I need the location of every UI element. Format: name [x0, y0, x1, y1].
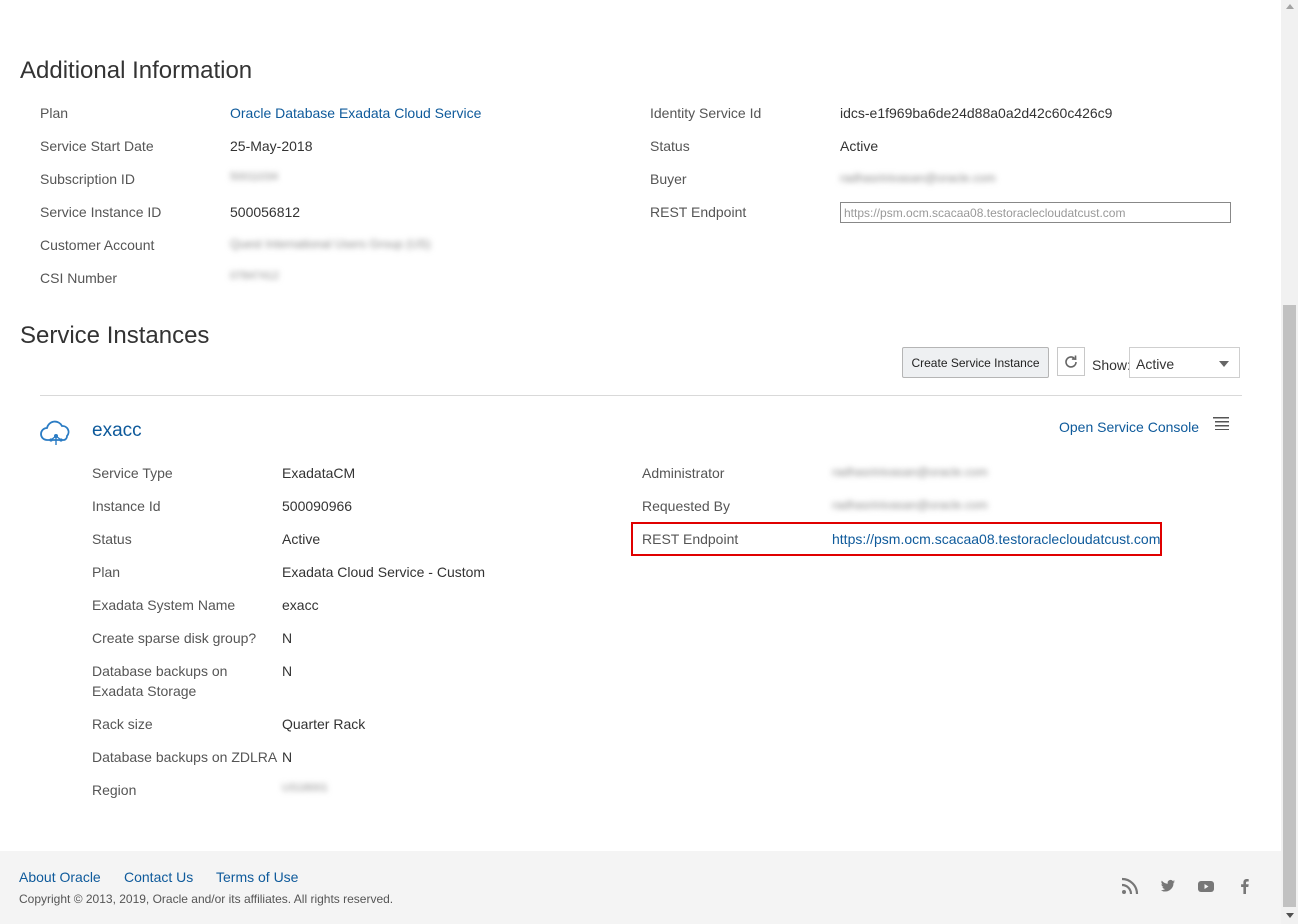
- create-service-instance-button[interactable]: Create Service Instance: [902, 347, 1049, 378]
- buyer-label: Buyer: [650, 171, 687, 187]
- rack-size-value: Quarter Rack: [282, 716, 366, 732]
- status-label: Status: [650, 138, 690, 154]
- instance-id-label: Instance Id: [92, 498, 161, 514]
- instance-plan-value: Exadata Cloud Service - Custom: [282, 564, 486, 580]
- rest-endpoint-label: REST Endpoint: [650, 204, 747, 220]
- service-start-date-label: Service Start Date: [40, 138, 154, 154]
- subscription-id-value: 50011034: [230, 171, 279, 183]
- about-oracle-link[interactable]: About Oracle: [19, 869, 101, 885]
- csi-number-label: CSI Number: [40, 270, 118, 286]
- plan-label: Plan: [40, 105, 69, 121]
- identity-service-id-label: Identity Service Id: [650, 105, 762, 121]
- refresh-button[interactable]: [1057, 347, 1085, 376]
- instance-plan-label: Plan: [92, 564, 121, 580]
- exadata-system-name-value: exacc: [282, 597, 319, 613]
- administrator-label: Administrator: [642, 465, 725, 481]
- buyer-value: radhasrinivasan@oracle.com: [840, 171, 996, 185]
- scrollbar-thumb[interactable]: [1283, 305, 1296, 907]
- additional-info-title: Additional Information: [20, 57, 253, 84]
- backups-exadata-label-line2: Exadata Storage: [92, 683, 197, 699]
- requested-by-value: radhasrinivasan@oracle.com: [832, 498, 988, 512]
- contact-us-link[interactable]: Contact Us: [124, 869, 193, 885]
- backups-zdlra-label: Database backups on ZDLRA: [92, 749, 278, 765]
- sparse-disk-group-label: Create sparse disk group?: [92, 630, 257, 646]
- refresh-icon: [1065, 354, 1077, 368]
- instance-status-value: Active: [282, 531, 321, 547]
- rack-size-label: Rack size: [92, 716, 153, 732]
- exadata-system-name-label: Exadata System Name: [92, 597, 236, 613]
- region-value: US18001: [282, 782, 328, 794]
- divider: [40, 395, 1242, 396]
- footer: [0, 851, 1281, 924]
- hamburger-menu-icon[interactable]: [1213, 416, 1229, 430]
- service-start-date-value: 25-May-2018: [230, 138, 313, 154]
- instance-name-link[interactable]: exacc: [92, 420, 142, 442]
- cloud-service-icon: [40, 420, 70, 445]
- plan-link[interactable]: Oracle Database Exadata Cloud Service: [230, 105, 481, 121]
- csi-number-value: 07847412: [230, 270, 279, 282]
- youtube-icon[interactable]: [1197, 877, 1215, 895]
- rss-icon[interactable]: [1121, 877, 1139, 895]
- backups-exadata-value: N: [282, 663, 293, 679]
- service-type-value: ExadataCM: [282, 465, 356, 481]
- backups-zdlra-value: N: [282, 749, 293, 765]
- instance-status-label: Status: [92, 531, 132, 547]
- show-filter-value: Active: [1136, 356, 1175, 372]
- chevron-down-icon: [1219, 361, 1229, 367]
- scroll-up-arrow-icon[interactable]: [1286, 4, 1294, 9]
- scroll-down-arrow-icon[interactable]: [1286, 913, 1294, 918]
- copyright-text: Copyright © 2013, 2019, Oracle and/or it…: [19, 892, 394, 906]
- service-instance-id-value: 500056812: [230, 204, 301, 220]
- subscription-id-label: Subscription ID: [40, 171, 135, 187]
- customer-account-label: Customer Account: [40, 237, 155, 253]
- service-type-label: Service Type: [92, 465, 173, 481]
- instance-id-value: 500090966: [282, 498, 353, 514]
- status-value: Active: [840, 138, 879, 154]
- administrator-value: radhasrinivasan@oracle.com: [832, 465, 988, 479]
- terms-of-use-link[interactable]: Terms of Use: [216, 869, 298, 885]
- show-filter-select[interactable]: Active: [1129, 347, 1240, 378]
- open-service-console-link[interactable]: Open Service Console: [1059, 419, 1199, 435]
- service-instance-id-label: Service Instance ID: [40, 204, 162, 220]
- facebook-icon[interactable]: [1236, 877, 1254, 895]
- identity-service-id-value: idcs-e1f969ba6de24d88a0a2d42c60c426c9: [840, 105, 1113, 121]
- sparse-disk-group-value: N: [282, 630, 293, 646]
- backups-exadata-label: Database backups on: [92, 663, 228, 679]
- region-label: Region: [92, 782, 137, 798]
- twitter-icon[interactable]: [1159, 877, 1177, 895]
- rest-endpoint-highlight: [631, 522, 1162, 556]
- customer-account-value: Quest International Users Group (US): [230, 237, 431, 251]
- rest-endpoint-field[interactable]: [840, 202, 1231, 223]
- show-label: Show:: [1092, 357, 1131, 373]
- service-instances-title: Service Instances: [20, 322, 210, 349]
- requested-by-label: Requested By: [642, 498, 730, 514]
